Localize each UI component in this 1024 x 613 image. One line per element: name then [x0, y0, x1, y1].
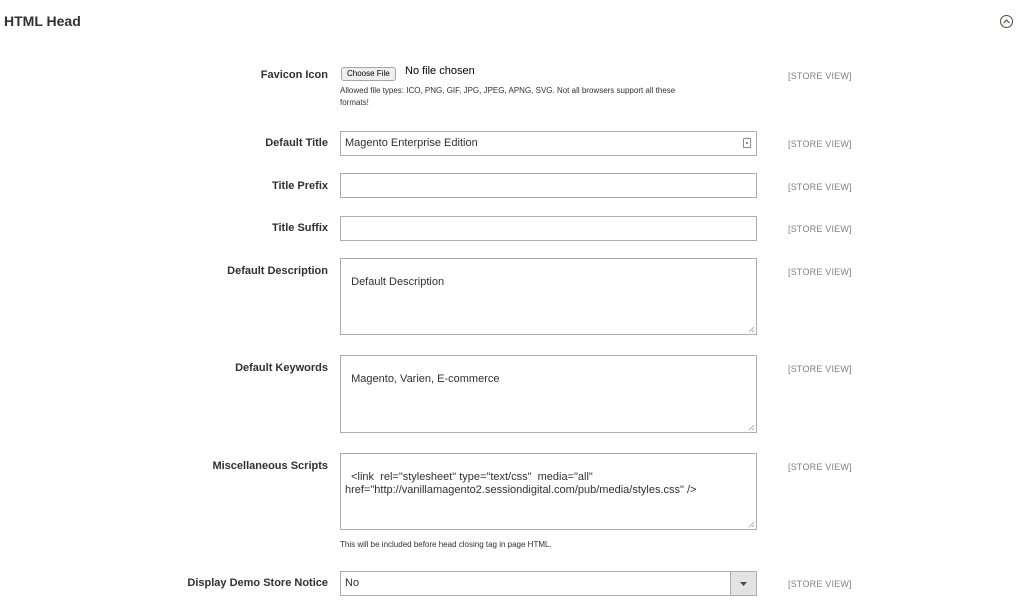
title-prefix-scope: [STORE VIEW] — [788, 182, 852, 192]
default-title-input[interactable]: Magento Enterprise Edition — [340, 131, 757, 156]
title-suffix-input[interactable] — [340, 216, 757, 241]
default-keywords-textarea[interactable]: Magento, Varien, E-commerce — [340, 355, 757, 433]
chevron-up-circle-icon[interactable] — [1000, 15, 1013, 28]
misc-scripts-note: This will be included before head closin… — [340, 540, 552, 549]
choose-file-button[interactable]: Choose File — [341, 67, 396, 81]
caret-down-icon[interactable] — [730, 572, 756, 595]
demo-notice-scope: [STORE VIEW] — [788, 579, 852, 589]
demo-notice-select[interactable]: No — [340, 571, 757, 596]
demo-notice-value: No — [345, 577, 360, 589]
demo-notice-label: Display Demo Store Notice — [187, 577, 328, 589]
contact-card-icon[interactable] — [743, 138, 751, 148]
resize-grip-icon[interactable] — [748, 424, 755, 431]
default-description-label: Default Description — [227, 265, 328, 277]
resize-grip-icon[interactable] — [748, 521, 755, 528]
file-status-text: No file chosen — [405, 65, 475, 77]
resize-grip-icon[interactable] — [748, 326, 755, 333]
default-keywords-scope: [STORE VIEW] — [788, 364, 852, 374]
favicon-label: Favicon Icon — [260, 69, 328, 81]
title-suffix-scope: [STORE VIEW] — [788, 224, 852, 234]
default-description-value: Default Description — [351, 276, 445, 288]
favicon-note-line1: Allowed file types: ICO, PNG, GIF, JPG, … — [340, 86, 676, 95]
title-suffix-label: Title Suffix — [271, 222, 328, 234]
default-keywords-value: Magento, Varien, E-commerce — [351, 373, 500, 385]
default-description-scope: [STORE VIEW] — [788, 267, 852, 277]
default-title-scope: [STORE VIEW] — [788, 139, 852, 149]
default-title-value: Magento Enterprise Edition — [345, 137, 478, 149]
default-description-textarea[interactable]: Default Description — [340, 258, 757, 335]
misc-scripts-textarea[interactable]: <link rel="stylesheet" type="text/css" m… — [340, 453, 757, 530]
default-keywords-label: Default Keywords — [235, 362, 328, 374]
favicon-note-line2: formats! — [340, 98, 369, 107]
title-prefix-input[interactable] — [340, 173, 757, 198]
title-prefix-label: Title Prefix — [271, 180, 328, 192]
misc-scripts-value: <link rel="stylesheet" type="text/css" m… — [345, 471, 697, 496]
favicon-scope: [STORE VIEW] — [788, 71, 852, 81]
misc-scripts-label: Miscellaneous Scripts — [212, 460, 328, 472]
misc-scripts-scope: [STORE VIEW] — [788, 462, 852, 472]
section-title[interactable]: HTML Head — [4, 13, 81, 29]
default-title-label: Default Title — [265, 137, 328, 149]
